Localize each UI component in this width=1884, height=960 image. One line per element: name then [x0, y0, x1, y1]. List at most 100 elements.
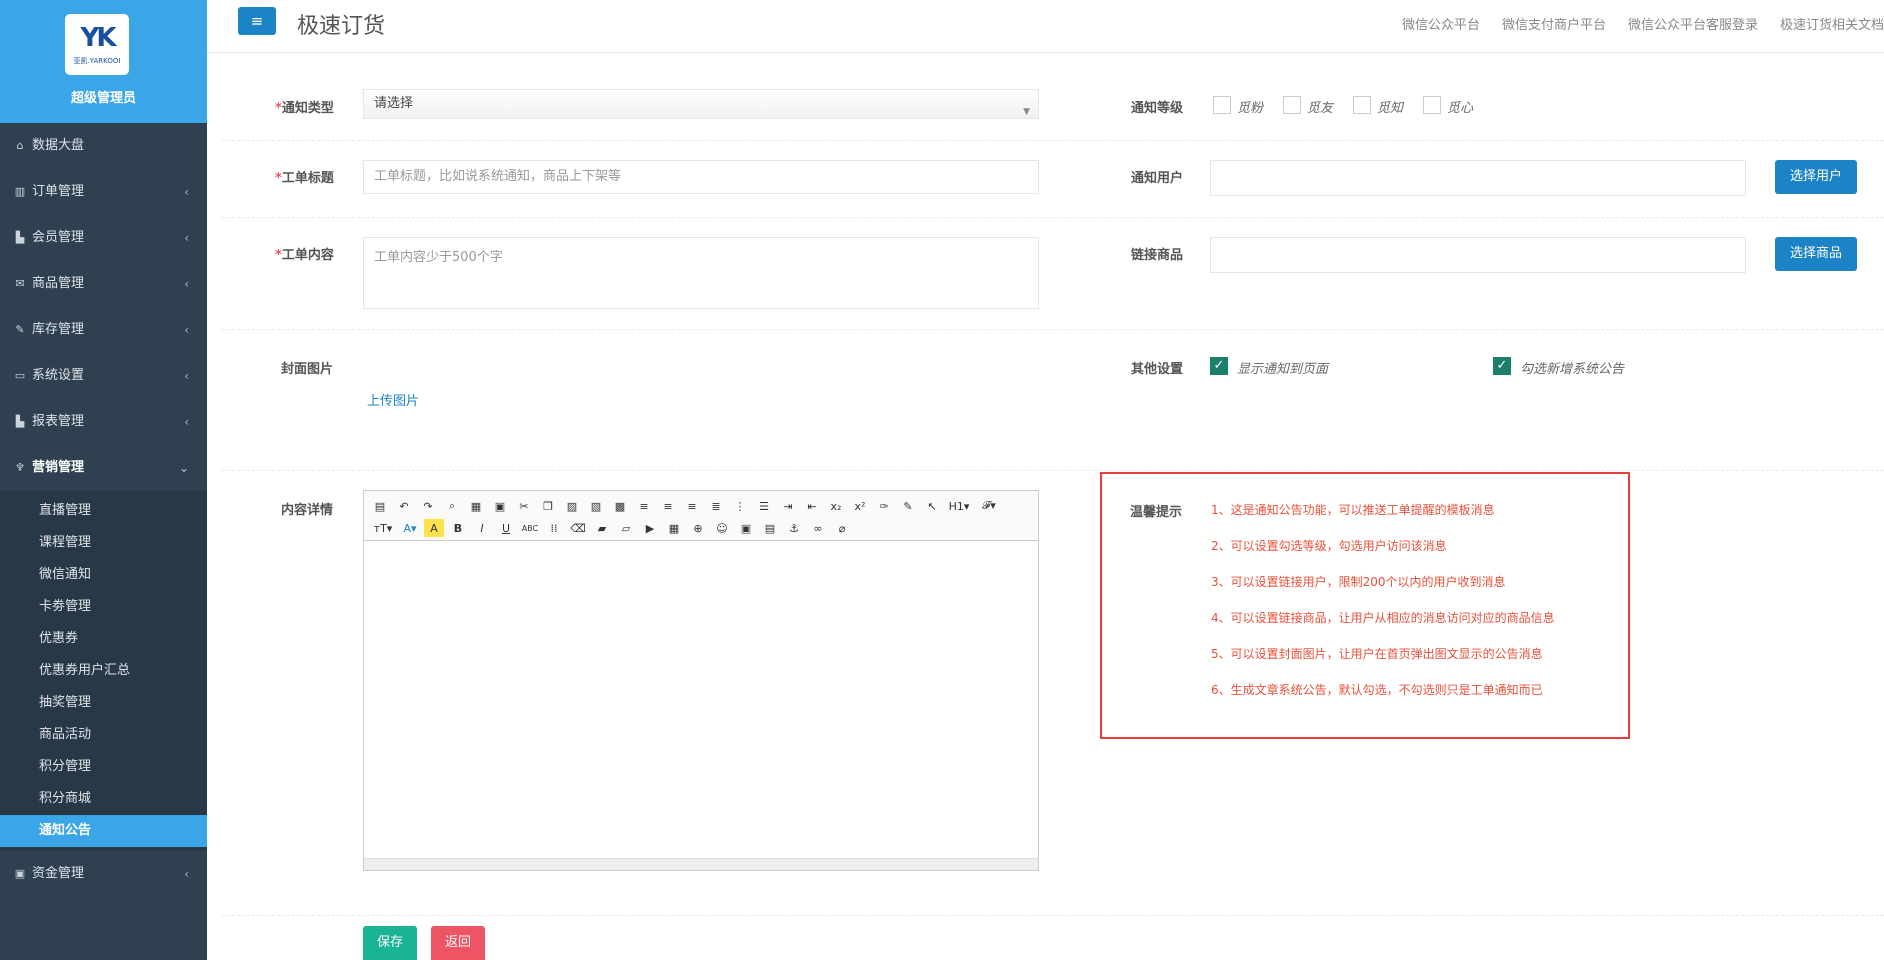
- image-icon[interactable]: ▰: [592, 519, 612, 537]
- level-checkbox-4[interactable]: [1423, 96, 1441, 114]
- submenu-item-cards[interactable]: 卡劵管理: [0, 591, 207, 623]
- sidebar-item-reports[interactable]: ▙ 报表管理 ‹: [0, 399, 207, 445]
- link-docs[interactable]: 极速订货相关文档: [1780, 18, 1884, 33]
- linked-product-input[interactable]: [1210, 237, 1746, 273]
- sidebar-item-label: 系统设置: [32, 368, 85, 383]
- preview-icon[interactable]: ⌕: [442, 497, 462, 515]
- brand-logo[interactable]: YK 亚凯.YARKOOI: [65, 14, 129, 75]
- bar-chart-icon: ▙: [15, 231, 25, 244]
- tips-label: 温馨提示: [1130, 505, 1183, 520]
- menu-toggle-button[interactable]: ≡: [238, 7, 276, 35]
- subscript-icon[interactable]: x₂: [826, 497, 846, 515]
- link-wechat-pay[interactable]: 微信支付商户平台: [1502, 18, 1606, 33]
- ticket-title-input[interactable]: 工单标题，比如说系统通知，商品上下架等: [363, 160, 1039, 194]
- submenu-item-lottery[interactable]: 抽奖管理: [0, 687, 207, 719]
- undo-icon[interactable]: ↶: [394, 497, 414, 515]
- align-center-icon[interactable]: ≡: [658, 497, 678, 515]
- ordered-list-icon[interactable]: ⋮: [730, 497, 750, 515]
- dropdown-arrow-icon: ▼: [1023, 107, 1030, 117]
- submenu-item-coupon-users[interactable]: 优惠券用户汇总: [0, 655, 207, 687]
- paste-icon[interactable]: ▨: [562, 497, 582, 515]
- link-icon[interactable]: ∞: [808, 519, 828, 537]
- font-size-icon[interactable]: тT▾: [370, 519, 396, 537]
- template-icon[interactable]: ▦: [466, 497, 486, 515]
- media-icon[interactable]: ▶: [640, 519, 660, 537]
- submenu-item-courses[interactable]: 课程管理: [0, 527, 207, 559]
- code-icon[interactable]: ▣: [490, 497, 510, 515]
- submenu-item-wechat-notify[interactable]: 微信通知: [0, 559, 207, 591]
- unordered-list-icon[interactable]: ☰: [754, 497, 774, 515]
- sidebar-item-finance[interactable]: ▣ 资金管理 ‹: [0, 851, 207, 897]
- align-left-icon[interactable]: ≡: [634, 497, 654, 515]
- flash-icon[interactable]: ▱: [616, 519, 636, 537]
- indent-icon[interactable]: ⇥: [778, 497, 798, 515]
- link-wechat-service-login[interactable]: 微信公众平台客服登录: [1628, 18, 1758, 33]
- line-height-icon[interactable]: ⁞⁞: [544, 519, 564, 537]
- save-button[interactable]: 保存: [363, 926, 417, 960]
- sidebar-item-products[interactable]: ✉ 商品管理 ‹: [0, 261, 207, 307]
- outdent-icon[interactable]: ⇤: [802, 497, 822, 515]
- emoticon-icon[interactable]: ☺: [712, 519, 732, 537]
- select-all-icon[interactable]: ↖: [922, 497, 942, 515]
- add-system-announcement-checkbox[interactable]: ✓: [1493, 357, 1511, 375]
- submenu-item-points[interactable]: 积分管理: [0, 751, 207, 783]
- page-break-icon[interactable]: ▤: [760, 519, 780, 537]
- highlight-color-icon[interactable]: A: [424, 519, 444, 537]
- back-button[interactable]: 返回: [431, 926, 485, 960]
- unlink-icon[interactable]: ⌀: [832, 519, 852, 537]
- cover-image-label: 封面图片: [281, 362, 334, 377]
- upload-image-link[interactable]: 上传图片: [367, 390, 419, 409]
- submenu-item-announcements[interactable]: 通知公告: [0, 815, 207, 847]
- rich-text-editor[interactable]: ▤ ↶ ↷ ⌕ ▦ ▣ ✂ ❐ ▨ ▧ ▩ ≡ ≡ ≡ ≣ ⋮ ☰ ⇥ ⇤ x₂…: [363, 490, 1039, 871]
- align-right-icon[interactable]: ≡: [682, 497, 702, 515]
- select-users-button[interactable]: 选择用户: [1775, 160, 1857, 194]
- insert-icon[interactable]: ⊕: [688, 519, 708, 537]
- copy-icon[interactable]: ❐: [538, 497, 558, 515]
- anchor-icon[interactable]: ⚓: [784, 519, 804, 537]
- font-family-icon[interactable]: 𝓕▾: [976, 497, 1002, 515]
- heading-icon[interactable]: H1▾: [946, 497, 972, 515]
- align-justify-icon[interactable]: ≣: [706, 497, 726, 515]
- sidebar-item-inventory[interactable]: ✎ 库存管理 ‹: [0, 307, 207, 353]
- sidebar-item-orders[interactable]: ▥ 订单管理 ‹: [0, 169, 207, 215]
- quick-format-icon[interactable]: ✎: [898, 497, 918, 515]
- bold-icon[interactable]: B: [448, 519, 468, 537]
- redo-icon[interactable]: ↷: [418, 497, 438, 515]
- editor-resize-bar[interactable]: [364, 858, 1038, 870]
- cut-icon[interactable]: ✂: [514, 497, 534, 515]
- sidebar-item-label: 订单管理: [32, 184, 85, 199]
- strikethrough-icon[interactable]: ABC: [520, 519, 540, 537]
- link-wechat-platform[interactable]: 微信公众平台: [1402, 18, 1480, 33]
- user-role[interactable]: 超级管理员: [0, 87, 207, 106]
- level-checkbox-3[interactable]: [1353, 96, 1371, 114]
- submenu-item-product-activity[interactable]: 商品活动: [0, 719, 207, 751]
- submenu-item-coupons[interactable]: 优惠券: [0, 623, 207, 655]
- table-icon[interactable]: ▦: [664, 519, 684, 537]
- superscript-icon[interactable]: x²: [850, 497, 870, 515]
- notice-type-select[interactable]: 请选择 ▼: [363, 89, 1039, 119]
- sidebar-item-dashboard[interactable]: ⌂ 数据大盘: [0, 123, 207, 169]
- cutlery-icon: ♆: [15, 461, 25, 474]
- submenu-item-points-mall[interactable]: 积分商城: [0, 783, 207, 815]
- italic-icon[interactable]: I: [472, 519, 492, 537]
- paste-text-icon[interactable]: ▧: [586, 497, 606, 515]
- select-product-button[interactable]: 选择商品: [1775, 237, 1857, 271]
- underline-icon[interactable]: U: [496, 519, 516, 537]
- submenu-item-live[interactable]: 直播管理: [0, 495, 207, 527]
- paste-word-icon[interactable]: ▩: [610, 497, 630, 515]
- level-option-label: 觅知: [1377, 101, 1404, 116]
- eraser-icon[interactable]: ⌫: [568, 519, 588, 537]
- sidebar-item-members[interactable]: ▙ 会员管理 ‹: [0, 215, 207, 261]
- level-checkbox-2[interactable]: [1283, 96, 1301, 114]
- clear-format-icon[interactable]: ✑: [874, 497, 894, 515]
- ticket-content-textarea[interactable]: 工单内容少于500个字: [363, 237, 1039, 309]
- picture-icon[interactable]: ▣: [736, 519, 756, 537]
- sidebar-item-settings[interactable]: ▭ 系统设置 ‹: [0, 353, 207, 399]
- font-color-icon[interactable]: A▾: [400, 519, 420, 537]
- hamburger-icon: ≡: [250, 12, 264, 30]
- notice-users-input[interactable]: [1210, 160, 1746, 196]
- level-checkbox-1[interactable]: [1213, 96, 1231, 114]
- show-on-page-checkbox[interactable]: ✓: [1210, 357, 1228, 375]
- sidebar-item-marketing[interactable]: ♆ 营销管理 ⌄: [0, 445, 207, 491]
- source-icon[interactable]: ▤: [370, 497, 390, 515]
